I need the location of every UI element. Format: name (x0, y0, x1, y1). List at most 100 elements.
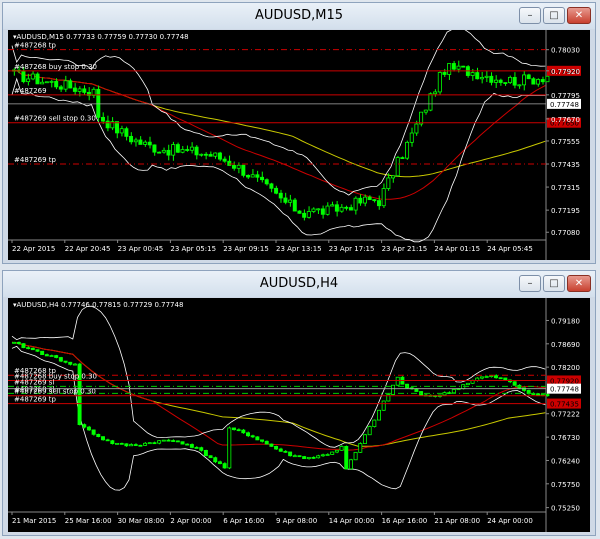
price-label: 0.77920 (551, 68, 580, 76)
candle-body (40, 350, 45, 355)
candle-body (419, 391, 424, 396)
candle-body (250, 174, 255, 178)
chart-window-m15[interactable]: AUDUSD,M15 – □ ✕ #487268 tp #487268 buy s… (2, 2, 596, 264)
time-label: 23 Apr 21:15 (382, 245, 428, 253)
candle-body (241, 164, 246, 176)
candle-body (367, 426, 372, 436)
candle-body (489, 75, 494, 83)
candle-body (344, 445, 349, 470)
candle-body (545, 75, 550, 83)
candle-body (377, 409, 381, 421)
candle-body (297, 455, 302, 458)
time-label: 23 Apr 05:15 (170, 245, 216, 253)
candle-body (269, 183, 274, 189)
candle-body (344, 206, 349, 209)
minimize-button[interactable]: – (519, 7, 541, 24)
price-label: 0.78690 (551, 341, 580, 349)
time-label: 22 Apr 2015 (12, 245, 55, 253)
candle-body (391, 175, 396, 179)
maximize-button[interactable]: □ (543, 7, 565, 24)
candle-body (222, 158, 227, 162)
candle-body (175, 440, 180, 443)
candle-body (185, 443, 190, 446)
close-button[interactable]: ✕ (567, 7, 591, 24)
candle-body (72, 363, 77, 366)
candle-body (100, 436, 105, 441)
candle-body (35, 349, 40, 352)
candle-body (203, 450, 208, 457)
candle-body (451, 389, 456, 394)
minimize-button[interactable]: – (519, 275, 541, 292)
candle-body (82, 88, 87, 93)
price-chart[interactable]: #487268 tp #487268 buy stop 0.30 0.77920 #4… (8, 298, 590, 532)
candle-body (456, 65, 461, 70)
candle-body (21, 343, 26, 349)
candle-body (26, 347, 31, 350)
candle-body (54, 355, 59, 358)
candle-body (119, 442, 124, 445)
window-title: AUDUSD,H4 (259, 276, 339, 291)
candle-body (129, 444, 134, 447)
candle-body (302, 456, 307, 460)
time-label: 23 Apr 09:15 (223, 245, 269, 253)
candle-body (306, 211, 311, 218)
candle-body (77, 88, 82, 92)
candle-body (358, 443, 363, 453)
chart-window-h4[interactable]: AUDUSD,H4 – □ ✕ #487268 tp #487268 buy st… (2, 270, 596, 536)
price-label: 0.77670 (551, 116, 580, 124)
current-price-label: 0.77748 (550, 386, 579, 394)
candle-body (381, 400, 386, 411)
bollinger-upper (11, 30, 546, 196)
candle-body (68, 361, 73, 365)
candle-body (189, 146, 194, 151)
candle-body (353, 451, 358, 461)
candle-body (461, 65, 466, 68)
price-label: 0.77195 (551, 207, 580, 215)
candle-body (484, 75, 489, 78)
candle-body (433, 91, 438, 95)
candle-body (217, 461, 222, 464)
candle-body (264, 440, 269, 445)
candle-body (143, 141, 148, 145)
candle-body (161, 439, 166, 442)
price-label: 0.78030 (551, 47, 580, 55)
candle-body (12, 341, 17, 344)
candle-body (213, 152, 218, 157)
candle-body (231, 427, 236, 431)
candle-body (386, 177, 391, 189)
candle-body (540, 79, 545, 83)
price-label: 0.77435 (551, 161, 580, 169)
candle-body (44, 354, 49, 357)
candle-body (260, 176, 265, 181)
candle-body (217, 152, 222, 160)
window-titlebar[interactable]: AUDUSD,H4 – □ ✕ (3, 271, 595, 297)
price-chart[interactable]: #487268 tp #487268 buy stop 0.30 0.77920 #4… (8, 30, 590, 260)
candle-body (316, 455, 321, 459)
window-titlebar[interactable]: AUDUSD,M15 – □ ✕ (3, 3, 595, 29)
candle-body (185, 149, 190, 151)
candle-body (311, 456, 316, 459)
candle-body (451, 63, 456, 70)
time-label: 25 Mar 16:00 (65, 517, 112, 525)
candle-body (30, 73, 35, 80)
candle-body (545, 394, 550, 397)
candle-body (423, 109, 428, 113)
candle-body (115, 121, 119, 134)
candle-body (377, 200, 381, 207)
candle-body (138, 444, 143, 447)
order-line-label: #487269 tp (14, 156, 57, 164)
time-label: 2 Apr 00:00 (170, 517, 211, 525)
close-button[interactable]: ✕ (567, 275, 591, 292)
candle-body (479, 77, 484, 80)
candle-body (180, 149, 185, 153)
chart-canvas[interactable]: #487268 tp#487268 buy stop 0.300.77920#4… (8, 298, 590, 532)
candle-body (503, 82, 508, 84)
maximize-button[interactable]: □ (543, 275, 565, 292)
candle-body (105, 439, 110, 442)
candle-body (58, 86, 63, 90)
time-label: 21 Apr 08:00 (434, 517, 480, 525)
candle-body (292, 455, 297, 458)
price-label: 0.77795 (551, 92, 580, 100)
candle-body (260, 439, 265, 442)
chart-canvas[interactable]: #487268 tp#487268 buy stop 0.300.77920#4… (8, 30, 590, 260)
